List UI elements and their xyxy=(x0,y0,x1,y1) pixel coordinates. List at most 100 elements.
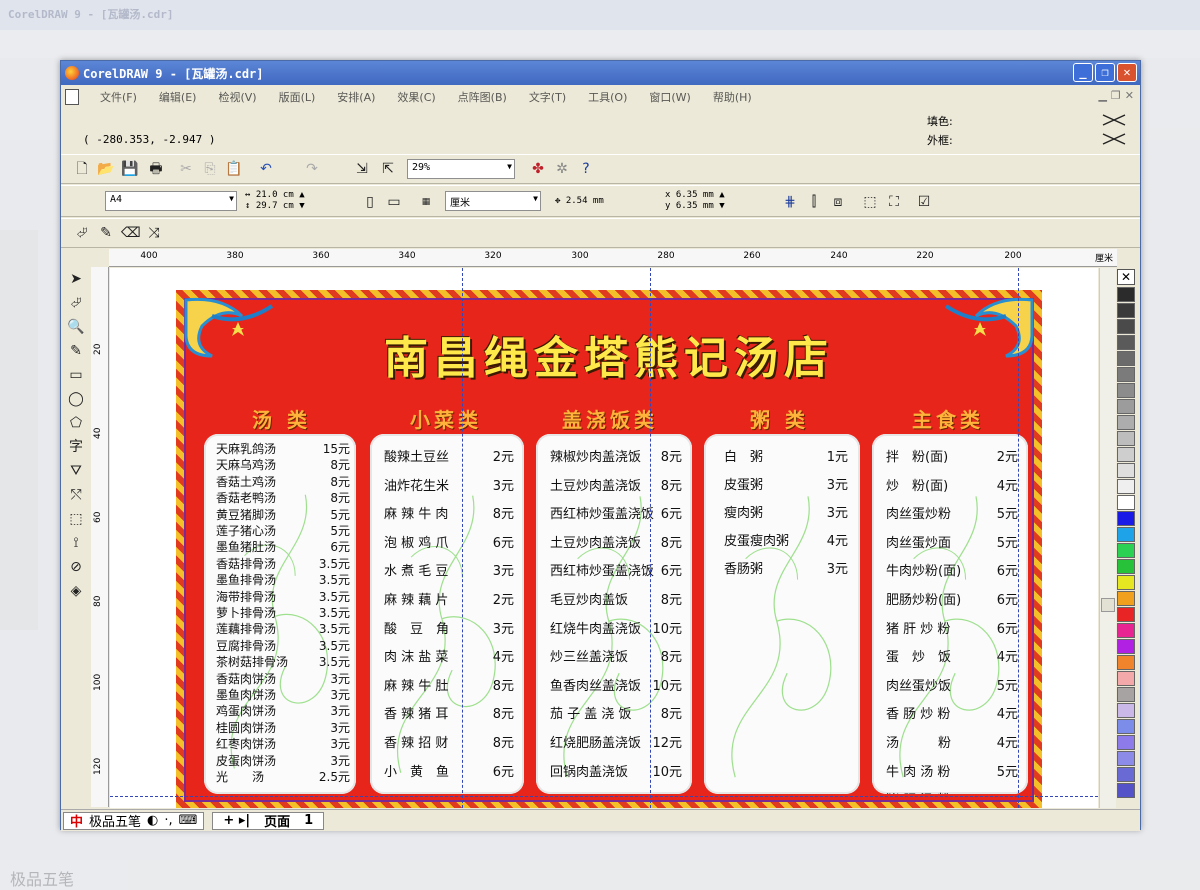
drawing-canvas[interactable]: 南昌绳金塔熊记汤店 汤 类 小菜类 盖浇饭类 粥 类 主食类 天麻乳鸽汤 15元天… xyxy=(110,268,1098,808)
export-icon[interactable]: ⇱ xyxy=(379,160,397,178)
nudge-field[interactable]: ✥ 2.54 mm xyxy=(555,196,604,207)
duplicate-x-value[interactable]: 6.35 mm xyxy=(676,190,714,200)
menu-layout[interactable]: 版面(L) xyxy=(268,89,327,105)
interactive-fill-icon[interactable]: ⛛ xyxy=(67,462,85,480)
close-button[interactable]: ✕ xyxy=(1117,63,1137,82)
vertical-guideline[interactable] xyxy=(1018,268,1019,808)
text-tool-icon[interactable]: 字 xyxy=(67,438,85,456)
color-swatch[interactable] xyxy=(1117,639,1135,654)
color-swatch[interactable] xyxy=(1117,559,1135,574)
units-select[interactable]: 厘米 ▼ xyxy=(445,191,541,211)
draw-selected-icon[interactable]: ⛶ xyxy=(885,193,903,211)
color-swatch[interactable] xyxy=(1117,703,1135,718)
color-swatch[interactable] xyxy=(1117,303,1135,318)
snap-objects-icon[interactable]: ⧈ xyxy=(829,193,847,211)
menu-arrange[interactable]: 安排(A) xyxy=(326,89,386,105)
color-swatch[interactable] xyxy=(1117,671,1135,686)
color-swatch[interactable] xyxy=(1117,687,1135,702)
horizontal-ruler[interactable]: 400 380 360 340 320 300 280 260 240 220 … xyxy=(109,249,1117,267)
color-swatch[interactable] xyxy=(1117,735,1135,750)
polygon-tool-icon[interactable]: ⬠ xyxy=(67,414,85,432)
color-swatch[interactable] xyxy=(1117,367,1135,382)
color-swatch[interactable] xyxy=(1117,527,1135,542)
color-swatch[interactable] xyxy=(1117,351,1135,366)
page-size-fields[interactable]: ↔ 21.0 cm ▲ ↕ 29.7 cm ▼ xyxy=(245,190,305,212)
page-options-icon[interactable]: ▦ xyxy=(417,193,435,211)
pick-tool-icon[interactable]: ➤ xyxy=(67,270,85,288)
color-swatch[interactable] xyxy=(1117,495,1135,510)
open-icon[interactable]: 📂 xyxy=(97,160,115,178)
zoom-tool-icon[interactable]: 🔍 xyxy=(67,318,85,336)
color-swatch[interactable] xyxy=(1117,335,1135,350)
zoom-select[interactable]: 29% ▼ xyxy=(407,159,515,179)
rectangle-tool-icon[interactable]: ▭ xyxy=(67,366,85,384)
color-swatch[interactable] xyxy=(1117,415,1135,430)
treat-as-filled-icon[interactable]: ⬚ xyxy=(861,193,879,211)
shape-edit-icon[interactable]: ⮰ xyxy=(67,294,85,312)
whats-this-icon[interactable]: ? xyxy=(577,160,595,178)
copy-icon[interactable]: ⎘ xyxy=(201,160,219,178)
application-launcher-icon[interactable]: ✲ xyxy=(553,160,571,178)
vertical-scrollbar[interactable] xyxy=(1099,268,1116,808)
page-tab[interactable]: + ▸| 页面 1 xyxy=(212,811,325,830)
add-page-icon[interactable]: + ▸| xyxy=(223,813,250,828)
menu-window[interactable]: 窗口(W) xyxy=(638,89,701,105)
page-width-value[interactable]: 21.0 cm xyxy=(256,190,294,200)
cut-icon[interactable]: ✂ xyxy=(177,160,195,178)
scrollbar-thumb[interactable] xyxy=(1101,598,1115,612)
menu-effects[interactable]: 效果(C) xyxy=(386,89,446,105)
transform-tool-icon[interactable]: ⤨ xyxy=(145,224,163,242)
doc-minimize-icon[interactable]: ▁ xyxy=(1098,89,1106,102)
corel-online-icon[interactable]: ✤ xyxy=(529,160,547,178)
doc-restore-icon[interactable]: ❐ xyxy=(1111,89,1121,102)
save-icon[interactable]: 💾 xyxy=(121,160,139,178)
vertical-ruler[interactable]: 20 40 60 80 100 120 xyxy=(91,267,109,807)
freehand-tool-icon[interactable]: ✎ xyxy=(67,342,85,360)
print-icon[interactable]: 🖶 xyxy=(147,160,165,178)
snap-grid-icon[interactable]: ⋕ xyxy=(781,193,799,211)
shape-tool-icon[interactable]: ⮰ xyxy=(73,224,91,242)
document-icon[interactable] xyxy=(65,89,79,105)
restore-button[interactable]: ❐ xyxy=(1095,63,1115,82)
outline-tool-icon[interactable]: ⊘ xyxy=(67,558,85,576)
extrude-tool-icon[interactable]: ⬚ xyxy=(67,510,85,528)
nudge-value[interactable]: 2.54 mm xyxy=(566,196,604,206)
color-swatch[interactable] xyxy=(1117,447,1135,462)
knife-tool-icon[interactable]: ✎ xyxy=(97,224,115,242)
color-swatch[interactable] xyxy=(1117,479,1135,494)
undo-icon[interactable]: ↶ xyxy=(257,160,275,178)
paper-type-select[interactable]: A4 ▼ xyxy=(105,191,237,211)
vertical-guideline[interactable] xyxy=(462,268,463,808)
doc-close-icon[interactable]: ✕ xyxy=(1125,89,1134,102)
color-swatch[interactable] xyxy=(1117,719,1135,734)
color-swatch[interactable] xyxy=(1117,383,1135,398)
menu-file[interactable]: 文件(F) xyxy=(89,89,148,105)
snap-guidelines-icon[interactable]: ⫿ xyxy=(805,193,823,211)
menu-tools[interactable]: 工具(O) xyxy=(577,89,638,105)
color-swatch[interactable] xyxy=(1117,607,1135,622)
color-swatch[interactable] xyxy=(1117,751,1135,766)
duplicate-y-value[interactable]: 6.35 mm xyxy=(676,201,714,211)
vertical-guideline[interactable] xyxy=(650,268,651,808)
color-swatch[interactable] xyxy=(1117,591,1135,606)
landscape-icon[interactable]: ▭ xyxy=(385,193,403,211)
color-swatch[interactable] xyxy=(1117,431,1135,446)
color-swatch[interactable] xyxy=(1117,623,1135,638)
color-swatch[interactable] xyxy=(1117,463,1135,478)
eyedropper-tool-icon[interactable]: ⟟ xyxy=(67,534,85,552)
eraser-tool-icon[interactable]: ⌫ xyxy=(121,224,141,242)
page-height-value[interactable]: 29.7 cm xyxy=(256,201,294,211)
color-swatch[interactable] xyxy=(1117,287,1135,302)
ellipse-tool-icon[interactable]: ◯ xyxy=(67,390,85,408)
color-swatch[interactable] xyxy=(1117,399,1135,414)
redo-icon[interactable]: ↷ xyxy=(303,160,321,178)
fill-tool-icon[interactable]: ◈ xyxy=(67,582,85,600)
color-swatch[interactable] xyxy=(1117,511,1135,526)
portrait-icon[interactable]: ▯ xyxy=(361,193,379,211)
horizontal-guideline[interactable] xyxy=(110,796,1098,797)
blend-tool-icon[interactable]: ⤲ xyxy=(67,486,85,504)
menu-poster[interactable]: 南昌绳金塔熊记汤店 汤 类 小菜类 盖浇饭类 粥 类 主食类 天麻乳鸽汤 15元天… xyxy=(176,290,1042,808)
import-icon[interactable]: ⇲ xyxy=(353,160,371,178)
new-icon[interactable]: 🗋 xyxy=(73,160,91,178)
menu-view[interactable]: 检视(V) xyxy=(207,89,267,105)
